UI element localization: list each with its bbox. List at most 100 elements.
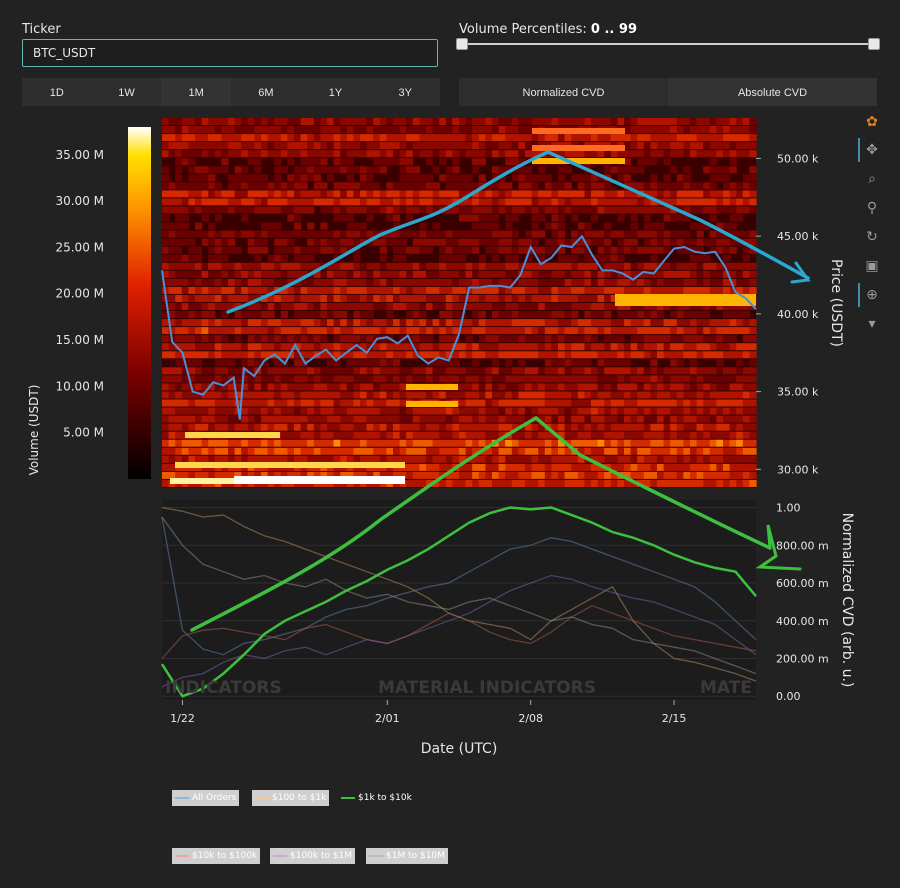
heatmap-cell <box>195 343 203 351</box>
heatmap-cell <box>386 455 394 463</box>
heatmap-cell <box>221 246 229 254</box>
colorbar-ticks: 5.00 M10.00 M15.00 M20.00 M25.00 M30.00 … <box>55 148 104 440</box>
heatmap-cell <box>505 311 513 318</box>
heatmap-cell <box>412 463 420 471</box>
heatmap-cell <box>228 415 236 423</box>
heatmap-cell <box>624 262 632 270</box>
heatmap-cell <box>703 118 711 125</box>
heatmap-cell <box>307 222 315 230</box>
heatmap-cell <box>261 447 269 455</box>
heatmap-cell <box>320 190 328 198</box>
heatmap-cell <box>544 471 552 479</box>
heatmap-cell <box>280 439 288 447</box>
heatmap-cell <box>320 166 328 174</box>
heatmap-cell <box>558 351 566 359</box>
heatmap-cell <box>313 319 321 327</box>
heatmap-cell <box>399 190 407 198</box>
heatmap-cell <box>723 166 731 174</box>
heatmap-cell <box>214 238 222 246</box>
heatmap-cell <box>650 254 658 262</box>
legend-item-100-to-1k[interactable]: $100 to $1k <box>252 790 330 806</box>
heatmap-cell <box>525 230 533 238</box>
heatmap-cell <box>538 455 546 463</box>
heatmap-cell <box>749 423 757 431</box>
zoom-reset-icon[interactable]: ⚲ <box>862 198 882 218</box>
heatmap-cell <box>267 343 275 351</box>
heatmap-cell <box>452 415 460 423</box>
heatmap-cell <box>683 480 691 487</box>
legend-item-1k-to-10k[interactable]: $1k to $10k <box>338 790 415 806</box>
legend-item-1m-to-10m[interactable]: $1M to $10M <box>366 848 448 864</box>
heatmap-cell <box>650 278 658 286</box>
heatmap-cell <box>663 126 671 133</box>
heatmap-cell <box>518 407 526 415</box>
heatmap-cell <box>663 367 671 375</box>
zoom-icon[interactable]: ⌕ <box>862 169 882 189</box>
heatmap-cell <box>459 150 467 158</box>
save-icon[interactable]: ▣ <box>862 256 882 276</box>
heatmap-cell <box>261 174 269 182</box>
heatmap-cell <box>175 311 183 318</box>
heatmap-cell <box>267 222 275 230</box>
heatmap-cell <box>406 286 414 294</box>
heatmap-cell <box>254 158 262 166</box>
heatmap-cell <box>742 270 750 278</box>
legend-item-all-orders[interactable]: All Orders <box>172 790 240 806</box>
heatmap-cell <box>445 439 453 447</box>
heatmap-cell <box>485 206 493 214</box>
pan-icon[interactable]: ✥ <box>862 140 882 160</box>
heatmap-cell <box>478 431 486 439</box>
heatmap-cell <box>208 174 216 182</box>
logo-icon[interactable]: ✿ <box>862 112 882 132</box>
heatmap-cell <box>485 319 493 327</box>
heatmap-cell <box>188 423 196 431</box>
heatmap-cell <box>366 375 374 383</box>
legend-item-100k-to-1m[interactable]: $100k to $1M <box>270 848 356 864</box>
heatmap-cell <box>690 327 698 335</box>
heatmap-cell <box>558 327 566 335</box>
heatmap-cell <box>657 343 665 351</box>
heatmap-cell <box>379 238 387 246</box>
heatmap-cell <box>624 158 632 166</box>
crosshair-icon[interactable]: ⊕ <box>862 285 882 305</box>
heatmap-cell <box>670 238 678 246</box>
legend-item-10k-to-100k[interactable]: $10k to $100k <box>172 848 261 864</box>
heatmap-cell <box>584 270 592 278</box>
heatmap-cell <box>234 118 242 125</box>
heatmap-cell <box>544 480 552 487</box>
heatmap-cell <box>181 126 189 133</box>
heatmap-cell <box>505 327 513 335</box>
heatmap-cell <box>373 447 381 455</box>
heatmap-cell <box>511 415 519 423</box>
heatmap-cell <box>379 206 387 214</box>
heatmap-cell <box>690 286 698 294</box>
hover-icon[interactable]: ▾ <box>862 314 882 334</box>
heatmap-cell <box>531 222 539 230</box>
heatmap-cell <box>531 335 539 343</box>
heatmap-cell <box>181 286 189 294</box>
heatmap-cell <box>419 270 427 278</box>
heatmap-cell <box>683 407 691 415</box>
rotate-icon[interactable]: ↻ <box>862 227 882 247</box>
heatmap-cell <box>221 471 229 479</box>
heatmap-cell <box>742 383 750 391</box>
heatmap-cell <box>564 254 572 262</box>
heatmap-cell <box>327 190 335 198</box>
heatmap-cell <box>604 303 612 310</box>
heatmap-cell <box>195 319 203 327</box>
heatmap-cell <box>617 214 625 222</box>
heatmap-cell <box>690 423 698 431</box>
heatmap-cell <box>261 407 269 415</box>
heatmap-cell <box>643 246 651 254</box>
heatmap-cell <box>465 415 473 423</box>
heatmap-cell <box>498 383 506 391</box>
heatmap-cell <box>637 206 645 214</box>
heatmap-cell <box>459 126 467 133</box>
heatmap-cell <box>280 343 288 351</box>
heatmap-cell <box>485 198 493 206</box>
heatmap-cell <box>478 118 486 125</box>
heatmap-cell <box>650 375 658 383</box>
heatmap-cell <box>683 399 691 407</box>
heatmap-cell <box>511 383 519 391</box>
heatmap-cell <box>274 391 282 399</box>
